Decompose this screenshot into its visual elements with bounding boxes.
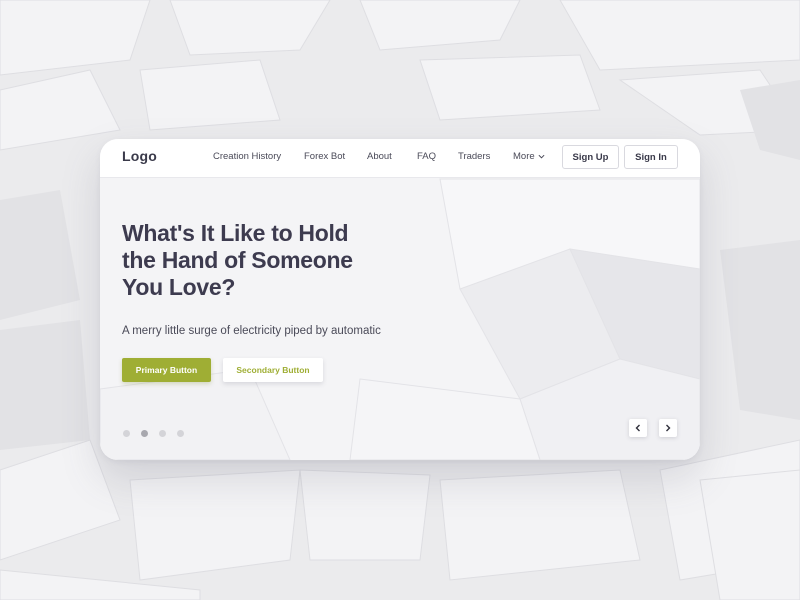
carousel-dot[interactable] [177,430,184,437]
hero-title-line-2: the Hand of Someone [122,247,353,273]
hero-card: Logo Creation History Forex Bot About FA… [100,139,700,460]
nav-item-traders[interactable]: Traders [458,151,490,162]
secondary-button[interactable]: Secondary Button [223,358,323,382]
chevron-left-icon [635,424,640,432]
nav-item-forex-bot[interactable]: Forex Bot [304,151,345,162]
nav-item-creation-history[interactable]: Creation History [213,151,281,162]
nav-item-faq[interactable]: FAQ [417,151,436,162]
carousel-dot-active[interactable] [141,430,148,437]
logo[interactable]: Logo [122,148,157,164]
sign-up-button[interactable]: Sign Up [562,145,619,169]
chevron-right-icon [666,424,671,432]
hero-subtitle: A merry little surge of electricity pipe… [122,325,381,337]
carousel-dots [123,430,184,437]
hero-title-line-1: What's It Like to Hold [122,220,349,246]
primary-button[interactable]: Primary Button [122,358,211,382]
nav-item-more[interactable]: More [513,151,545,162]
carousel-next-button[interactable] [659,419,677,437]
nav-item-about[interactable]: About [367,151,392,162]
hero-title: What's It Like to Hold the Hand of Someo… [122,220,422,301]
chevron-down-icon [538,154,545,159]
carousel-dot[interactable] [123,430,130,437]
nav-more-label: More [513,151,535,162]
sign-in-button[interactable]: Sign In [624,145,678,169]
hero-title-line-3: You Love? [122,274,236,300]
carousel-prev-button[interactable] [629,419,647,437]
top-navbar: Logo Creation History Forex Bot About FA… [100,139,700,178]
carousel-dot[interactable] [159,430,166,437]
